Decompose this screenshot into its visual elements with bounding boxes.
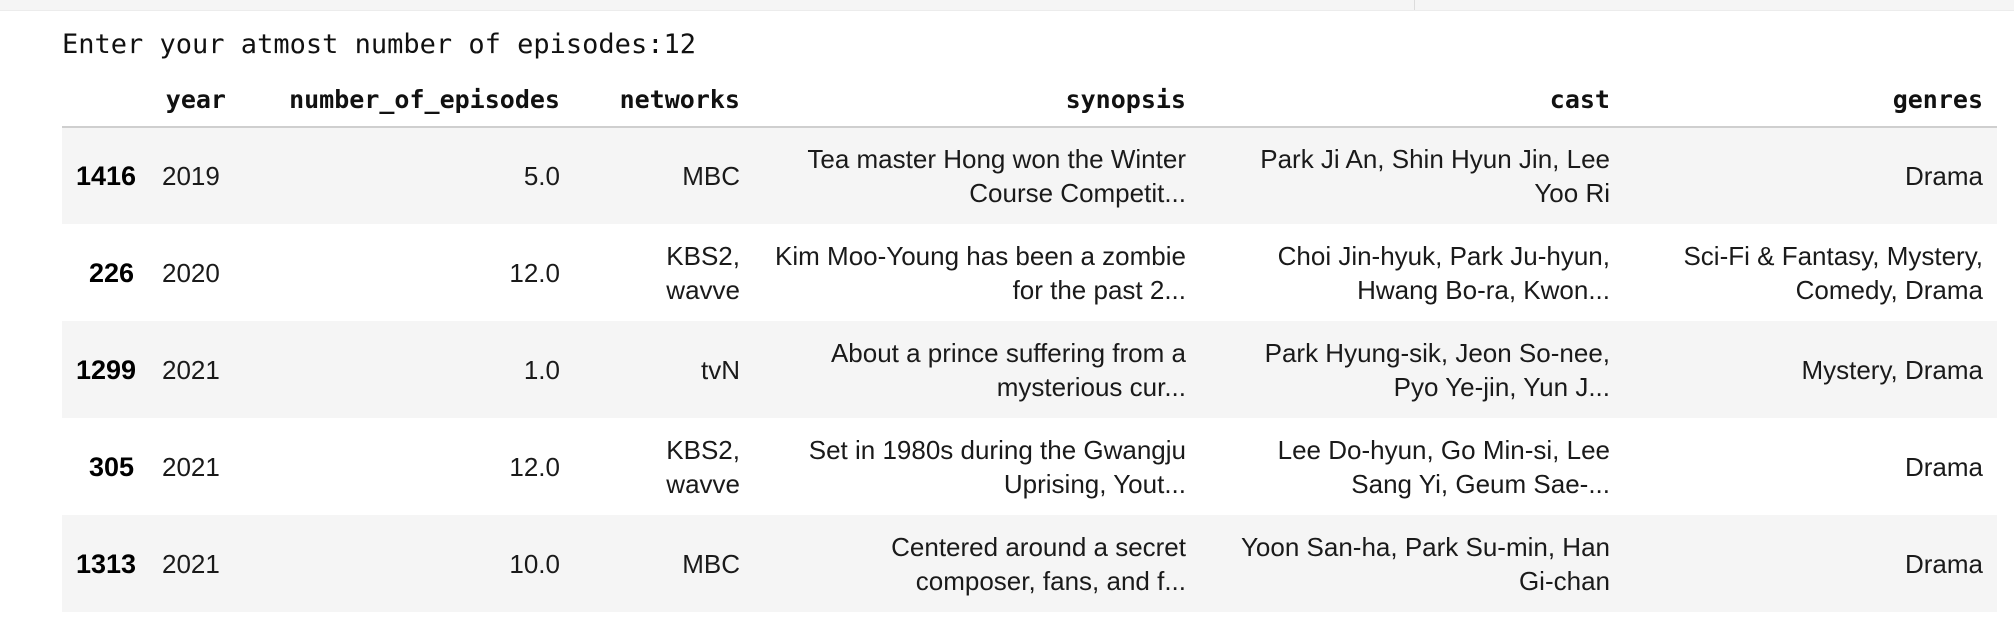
cell-year: 2021 bbox=[162, 451, 220, 482]
cell-networks: KBS2, wavve bbox=[666, 240, 740, 305]
cell-cast: Lee Do-hyun, Go Min-si, Lee Sang Yi, Geu… bbox=[1277, 434, 1610, 499]
cell-synopsis: About a prince suffering from a mysterio… bbox=[830, 337, 1186, 402]
notebook-top-bar bbox=[0, 0, 2014, 11]
cell-year: 2021 bbox=[162, 354, 220, 385]
cell-number-of-episodes: 1.0 bbox=[523, 354, 560, 385]
top-bar-divider bbox=[1414, 0, 1415, 10]
header-networks: networks bbox=[574, 74, 754, 128]
row-index: 226 bbox=[88, 257, 134, 288]
table-header-row: year number_of_episodes networks synopsi… bbox=[62, 74, 1997, 128]
row-index: 1299 bbox=[76, 354, 137, 385]
cell-year: 2019 bbox=[162, 161, 220, 191]
cell-networks: tvN bbox=[701, 354, 740, 385]
cell-genres: Drama bbox=[1904, 451, 1983, 482]
header-number-of-episodes: number_of_episodes bbox=[240, 74, 574, 128]
cell-networks: KBS2, wavve bbox=[666, 434, 740, 499]
cell-synopsis: Kim Moo-Young has been a zombie for the … bbox=[775, 240, 1186, 305]
cell-number-of-episodes: 12.0 bbox=[509, 257, 560, 288]
table-row: 1416 2019 5.0 MBC Tea master Hong won th… bbox=[62, 127, 1997, 224]
row-index: 1416 bbox=[76, 161, 137, 191]
cell-genres: Drama bbox=[1904, 548, 1983, 579]
cell-synopsis: Tea master Hong won the Winter Course Co… bbox=[807, 144, 1186, 208]
table-row: 305 2021 12.0 KBS2, wavve Set in 1980s d… bbox=[62, 418, 1997, 515]
cell-number-of-episodes: 12.0 bbox=[509, 451, 560, 482]
dataframe-table: year number_of_episodes networks synopsi… bbox=[62, 74, 1997, 612]
cell-genres: Mystery, Drama bbox=[1801, 354, 1983, 385]
row-index: 1313 bbox=[76, 548, 137, 579]
cell-cast: Park Ji An, Shin Hyun Jin, Lee Yoo Ri bbox=[1260, 144, 1610, 208]
cell-cast: Park Hyung-sik, Jeon So-nee, Pyo Ye-jin,… bbox=[1264, 337, 1610, 402]
cell-synopsis: Centered around a secret composer, fans,… bbox=[891, 531, 1186, 596]
table-row: 226 2020 12.0 KBS2, wavve Kim Moo-Young … bbox=[62, 224, 1997, 321]
cell-year: 2021 bbox=[162, 548, 220, 579]
cell-networks: MBC bbox=[682, 161, 740, 191]
header-year: year bbox=[148, 74, 240, 128]
header-index bbox=[62, 74, 148, 128]
header-synopsis: synopsis bbox=[754, 74, 1200, 128]
input-prompt-output: Enter your atmost number of episodes:12 bbox=[62, 29, 696, 60]
header-cast: cast bbox=[1200, 74, 1624, 128]
table-row: 1299 2021 1.0 tvN About a prince sufferi… bbox=[62, 321, 1997, 418]
cell-cast: Choi Jin-hyuk, Park Ju-hyun, Hwang Bo-ra… bbox=[1277, 240, 1610, 305]
cell-cast: Yoon San-ha, Park Su-min, Han Gi-chan bbox=[1240, 531, 1610, 596]
table-row: 1313 2021 10.0 MBC Centered around a sec… bbox=[62, 515, 1997, 612]
cell-year: 2020 bbox=[162, 257, 220, 288]
row-index: 305 bbox=[88, 451, 134, 482]
header-genres: genres bbox=[1624, 74, 1997, 128]
cell-genres: Drama bbox=[1904, 161, 1983, 191]
cell-synopsis: Set in 1980s during the Gwangju Uprising… bbox=[808, 434, 1186, 499]
cell-genres: Sci-Fi & Fantasy, Mystery, Comedy, Drama bbox=[1683, 240, 1983, 305]
cell-number-of-episodes: 10.0 bbox=[509, 548, 560, 579]
cell-networks: MBC bbox=[682, 548, 740, 579]
cell-number-of-episodes: 5.0 bbox=[523, 161, 560, 191]
